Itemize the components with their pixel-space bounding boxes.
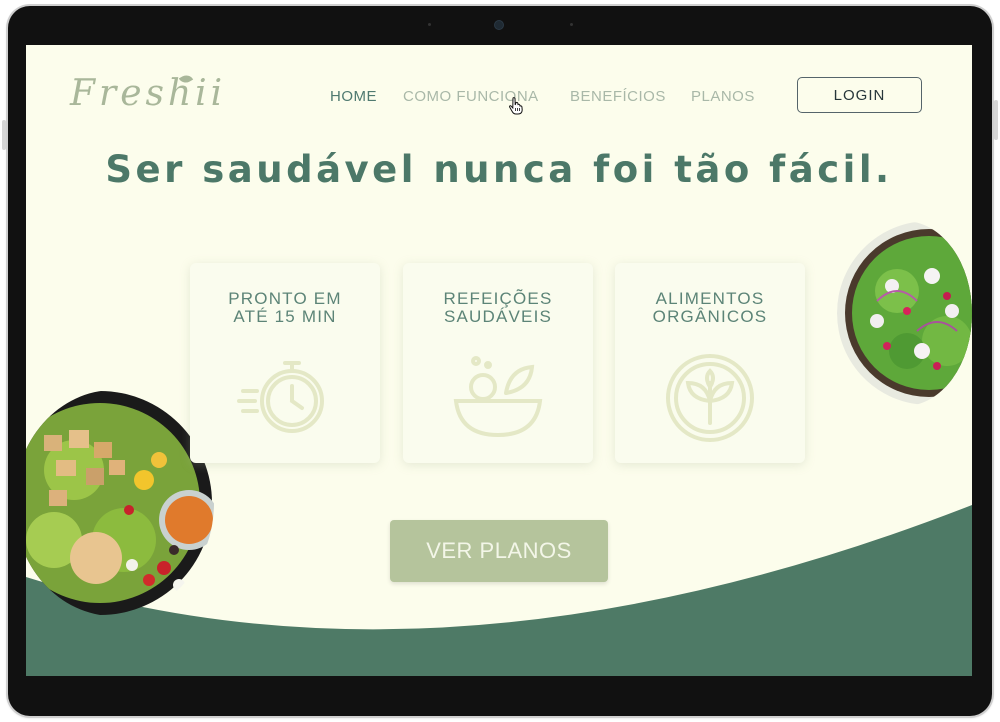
feature-card-title: ALIMENTOS ORGÂNICOS	[652, 289, 768, 326]
login-button[interactable]: LOGIN	[797, 77, 922, 113]
feature-card-organicos: ALIMENTOS ORGÂNICOS	[615, 263, 805, 463]
ver-planos-button[interactable]: VER PLANOS	[390, 520, 608, 582]
sensor-dot	[428, 23, 431, 26]
organic-leaf-icon	[666, 354, 754, 442]
nav-home[interactable]: HOME	[330, 88, 377, 105]
stopwatch-icon	[237, 361, 324, 433]
right-salad-bowl-image	[837, 221, 972, 405]
sensor-dot	[570, 23, 573, 26]
hand-cursor-icon	[509, 97, 523, 115]
feature-card-pronto: PRONTO EM ATÉ 15 MIN	[190, 263, 380, 463]
camera-icon	[494, 20, 504, 30]
feature-card-title: REFEIÇÕES SAUDÁVEIS	[443, 289, 553, 326]
power-button	[994, 100, 998, 140]
brand-logo[interactable]: Freshii	[70, 73, 226, 114]
nav-planos[interactable]: PLANOS	[691, 88, 755, 105]
feature-card-title: PRONTO EM ATÉ 15 MIN	[228, 289, 342, 326]
salad-bowl-icon	[453, 356, 543, 438]
volume-button	[2, 120, 6, 150]
nav-beneficios[interactable]: BENEFÍCIOS	[570, 88, 666, 105]
hero-headline: Ser saudável nunca foi tão fácil.	[105, 148, 893, 191]
webpage-screen: Freshii HOME COMO FUNCIONA BENEFÍCIOS PL…	[26, 45, 972, 676]
feature-card-refeicoes: REFEIÇÕES SAUDÁVEIS	[403, 263, 593, 463]
